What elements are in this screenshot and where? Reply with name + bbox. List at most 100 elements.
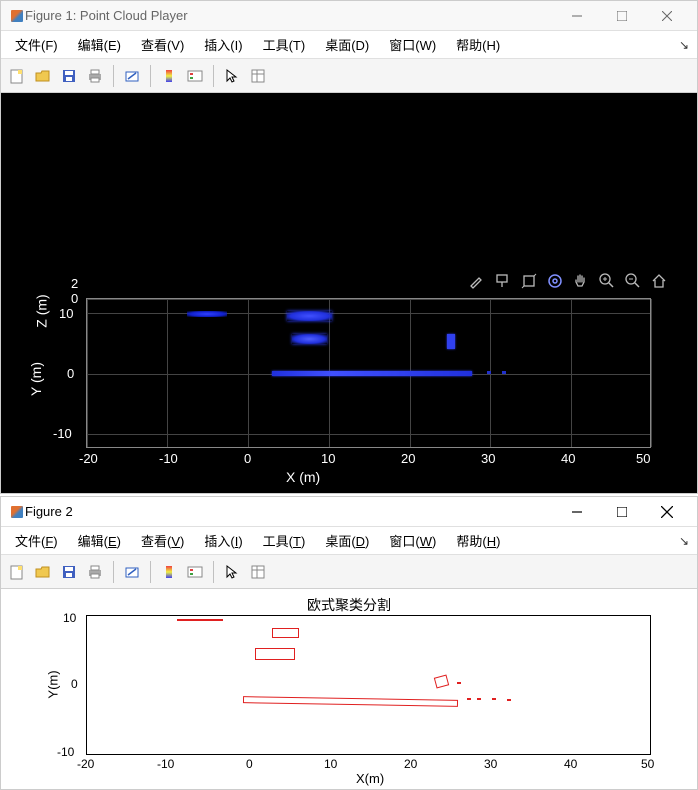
maximize-icon — [617, 507, 627, 517]
rotate3d-icon — [520, 272, 538, 290]
menu-tools[interactable]: 工具(T) — [253, 527, 316, 554]
cluster-canvas[interactable]: 欧式聚类分割 Y(m) X(m) 10 0 -10 -20 -10 0 10 2… — [1, 589, 697, 789]
toolbar-overflow-icon[interactable]: ↘ — [679, 38, 689, 52]
colorbar-icon — [161, 564, 177, 580]
menu-window[interactable]: 窗口(W) — [379, 31, 446, 58]
menu-insert[interactable]: 插入(I) — [194, 527, 252, 554]
property-icon — [250, 564, 266, 580]
matlab-app-icon — [9, 8, 25, 24]
restore-view-tool[interactable] — [545, 271, 565, 291]
toolbar — [1, 555, 697, 589]
brush-tool[interactable] — [467, 271, 487, 291]
legend-button[interactable] — [183, 64, 207, 88]
y-tick: 0 — [67, 366, 74, 381]
y-axis-label: Y (m) — [28, 362, 44, 396]
titlebar[interactable]: Figure 2 — [1, 497, 697, 527]
point-cluster — [487, 371, 491, 374]
folder-open-icon — [35, 564, 51, 580]
chart-title: 欧式聚类分割 — [1, 589, 697, 615]
x-tick: 50 — [636, 451, 650, 466]
titlebar[interactable]: Figure 1: Point Cloud Player — [1, 1, 697, 31]
zoom-out-tool[interactable] — [623, 271, 643, 291]
rotate-tool[interactable] — [519, 271, 539, 291]
home-tool[interactable] — [649, 271, 669, 291]
pan-tool[interactable] — [571, 271, 591, 291]
menu-window[interactable]: 窗口(W) — [379, 527, 446, 554]
x-tick: 0 — [244, 451, 251, 466]
z-tick: 0 — [71, 291, 78, 306]
maximize-button[interactable] — [599, 2, 644, 30]
link-plot-button[interactable] — [120, 64, 144, 88]
cluster-point — [457, 682, 461, 684]
legend-button[interactable] — [183, 560, 207, 584]
menu-edit[interactable]: 编辑(E) — [68, 31, 131, 58]
colorbar-icon — [161, 68, 177, 84]
legend-icon — [187, 68, 203, 84]
close-icon — [662, 11, 672, 21]
axes-toolbar — [467, 271, 669, 291]
point-cloud-canvas[interactable]: Y (m) Z (m) X (m) 2 0 10 0 -10 -20 -10 0… — [1, 93, 697, 493]
menu-file[interactable]: 文件(F) — [5, 31, 68, 58]
cluster-point — [477, 698, 481, 700]
menu-edit[interactable]: 编辑(E) — [68, 527, 131, 554]
open-button[interactable] — [31, 560, 55, 584]
x-tick: 50 — [641, 757, 654, 771]
colorbar-button[interactable] — [157, 64, 181, 88]
x-tick: -10 — [159, 451, 178, 466]
zoom-in-icon — [598, 272, 616, 290]
new-file-icon — [9, 68, 25, 84]
cluster-point — [492, 698, 496, 700]
menu-tools[interactable]: 工具(T) — [253, 31, 316, 58]
open-button[interactable] — [31, 64, 55, 88]
minimize-button[interactable] — [554, 498, 599, 526]
z-tick: 2 — [71, 276, 78, 291]
minimize-icon — [572, 507, 582, 517]
property-icon — [250, 68, 266, 84]
separator — [213, 561, 214, 583]
x-tick: -20 — [77, 757, 94, 771]
y-tick: 0 — [71, 677, 78, 691]
plot-area[interactable] — [86, 615, 651, 755]
y-tick: -10 — [53, 426, 72, 441]
open-property-button[interactable] — [246, 560, 270, 584]
menu-file[interactable]: 文件(F) — [5, 527, 68, 554]
cluster-box — [177, 619, 223, 621]
maximize-button[interactable] — [599, 498, 644, 526]
menu-view[interactable]: 查看(V) — [131, 31, 194, 58]
open-property-button[interactable] — [246, 64, 270, 88]
menu-insert[interactable]: 插入(I) — [194, 31, 252, 58]
brush-icon — [468, 272, 486, 290]
cluster-box — [272, 628, 299, 638]
datatip-tool[interactable] — [493, 271, 513, 291]
new-figure-button[interactable] — [5, 560, 29, 584]
x-tick: 30 — [484, 757, 497, 771]
cluster-box — [434, 675, 449, 689]
menu-desktop[interactable]: 桌面(D) — [315, 527, 379, 554]
edit-plot-button[interactable] — [220, 560, 244, 584]
pan-icon — [572, 272, 590, 290]
menu-view[interactable]: 查看(V) — [131, 527, 194, 554]
minimize-button[interactable] — [554, 2, 599, 30]
print-button[interactable] — [83, 64, 107, 88]
save-button[interactable] — [57, 560, 81, 584]
menu-desktop[interactable]: 桌面(D) — [315, 31, 379, 58]
colorbar-button[interactable] — [157, 560, 181, 584]
link-plot-button[interactable] — [120, 560, 144, 584]
figure-2-window: Figure 2 文件(F) 编辑(E) 查看(V) 插入(I) 工具(T) 桌… — [0, 496, 698, 790]
home-icon — [650, 272, 668, 290]
separator — [150, 561, 151, 583]
save-button[interactable] — [57, 64, 81, 88]
plot-area[interactable] — [86, 298, 651, 448]
menu-help[interactable]: 帮助(H) — [446, 527, 510, 554]
close-button[interactable] — [644, 2, 689, 30]
print-button[interactable] — [83, 560, 107, 584]
close-button[interactable] — [644, 498, 689, 526]
cluster-box — [255, 648, 295, 660]
toolbar-overflow-icon[interactable]: ↘ — [679, 534, 689, 548]
point-cluster — [187, 311, 227, 317]
new-figure-button[interactable] — [5, 64, 29, 88]
zoom-in-tool[interactable] — [597, 271, 617, 291]
separator — [150, 65, 151, 87]
menu-help[interactable]: 帮助(H) — [446, 31, 510, 58]
edit-plot-button[interactable] — [220, 64, 244, 88]
